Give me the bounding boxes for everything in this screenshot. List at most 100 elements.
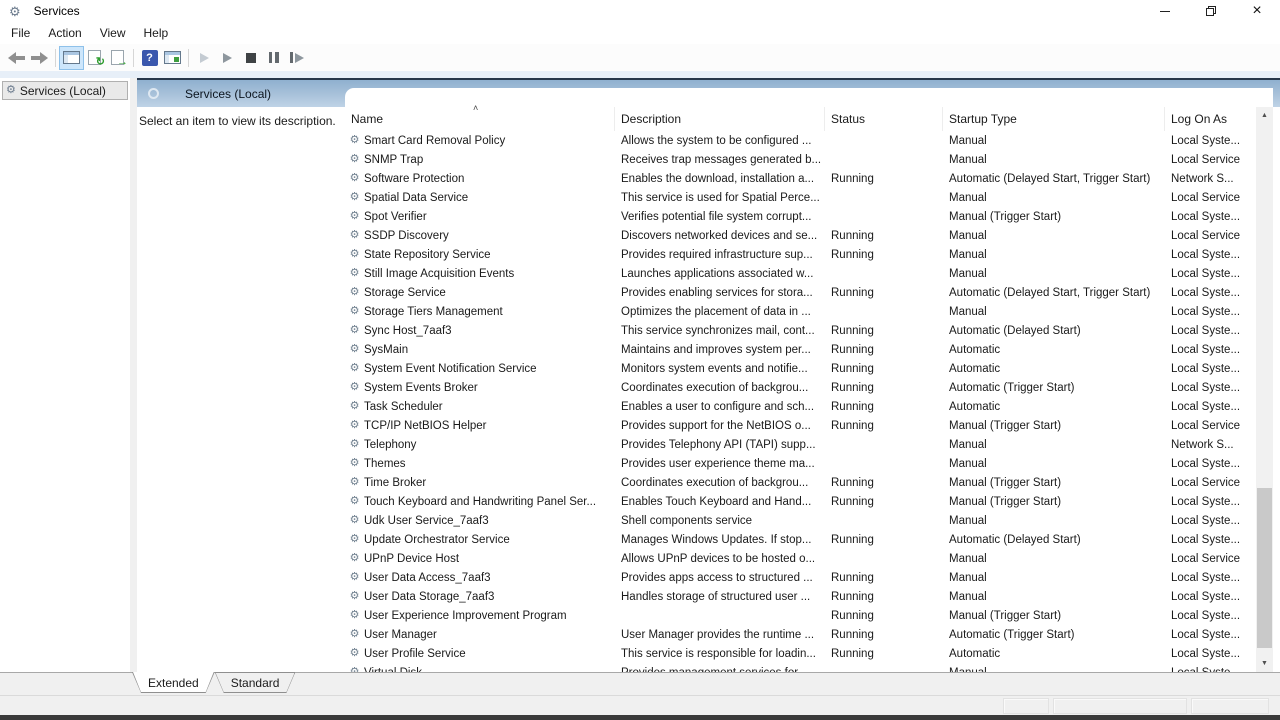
tab-standard[interactable]: Standard bbox=[215, 672, 296, 693]
restore-button[interactable] bbox=[1188, 0, 1234, 22]
refresh-button[interactable]: ↻ bbox=[83, 47, 106, 69]
service-row[interactable]: ⚙ Storage Tiers Management Optimizes the… bbox=[345, 302, 1256, 321]
service-row[interactable]: ⚙ Update Orchestrator Service Manages Wi… bbox=[345, 530, 1256, 549]
service-description: Monitors system events and notifie... bbox=[615, 359, 825, 378]
forward-arrow-icon bbox=[31, 52, 48, 64]
service-status bbox=[825, 511, 943, 530]
column-header-status[interactable]: Status bbox=[825, 107, 943, 131]
menu-action[interactable]: Action bbox=[39, 22, 90, 44]
console-tree-panel: ⚙ Services (Local) bbox=[0, 78, 130, 672]
service-row[interactable]: ⚙ Time Broker Coordinates execution of b… bbox=[345, 473, 1256, 492]
service-row[interactable]: ⚙ Storage Service Provides enabling serv… bbox=[345, 283, 1256, 302]
service-name: Touch Keyboard and Handwriting Panel Ser… bbox=[364, 496, 596, 508]
service-row[interactable]: ⚙ Still Image Acquisition Events Launche… bbox=[345, 264, 1256, 283]
minimize-icon bbox=[1160, 11, 1170, 12]
service-gear-icon: ⚙ bbox=[348, 401, 361, 412]
service-name: SysMain bbox=[364, 344, 408, 356]
service-row[interactable]: ⚙ SysMain Maintains and improves system … bbox=[345, 340, 1256, 359]
service-description: Allows the system to be configured ... bbox=[615, 131, 825, 150]
service-row[interactable]: ⚙ User Profile Service This service is r… bbox=[345, 644, 1256, 663]
service-row[interactable]: ⚙ TCP/IP NetBIOS Helper Provides support… bbox=[345, 416, 1256, 435]
service-row[interactable]: ⚙ Task Scheduler Enables a user to confi… bbox=[345, 397, 1256, 416]
service-row[interactable]: ⚙ User Manager User Manager provides the… bbox=[345, 625, 1256, 644]
service-row[interactable]: ⚙ System Event Notification Service Moni… bbox=[345, 359, 1256, 378]
service-name-cell: ⚙ Storage Service bbox=[345, 283, 615, 302]
service-row[interactable]: ⚙ System Events Broker Coordinates execu… bbox=[345, 378, 1256, 397]
service-row[interactable]: ⚙ Software Protection Enables the downlo… bbox=[345, 169, 1256, 188]
service-row[interactable]: ⚙ State Repository Service Provides requ… bbox=[345, 245, 1256, 264]
column-header-startup-type[interactable]: Startup Type bbox=[943, 107, 1165, 131]
column-header-name[interactable]: Name ˄ bbox=[345, 107, 615, 131]
service-row[interactable]: ⚙ User Data Storage_7aaf3 Handles storag… bbox=[345, 587, 1256, 606]
scrollbar-thumb[interactable] bbox=[1257, 488, 1272, 648]
service-log-on-as: Local Syste... bbox=[1165, 340, 1256, 359]
service-name: Storage Service bbox=[364, 287, 446, 299]
service-name: Themes bbox=[364, 458, 406, 470]
service-row[interactable]: ⚙ User Data Access_7aaf3 Provides apps a… bbox=[345, 568, 1256, 587]
back-button[interactable] bbox=[5, 47, 28, 69]
export-list-button[interactable]: → bbox=[106, 47, 129, 69]
column-header-description[interactable]: Description bbox=[615, 107, 825, 131]
service-row[interactable]: ⚙ Themes Provides user experience theme … bbox=[345, 454, 1256, 473]
service-row[interactable]: ⚙ Sync Host_7aaf3 This service synchroni… bbox=[345, 321, 1256, 340]
tab-extended[interactable]: Extended bbox=[132, 672, 215, 693]
service-row[interactable]: ⚙ Spot Verifier Verifies potential file … bbox=[345, 207, 1256, 226]
column-header-log-on-as[interactable]: Log On As bbox=[1165, 107, 1256, 131]
menu-file[interactable]: File bbox=[2, 22, 39, 44]
service-row[interactable]: ⚙ SNMP Trap Receives trap messages gener… bbox=[345, 150, 1256, 169]
service-log-on-as: Network S... bbox=[1165, 169, 1256, 188]
tree-item-services-local[interactable]: ⚙ Services (Local) bbox=[2, 81, 128, 100]
service-row[interactable]: ⚙ UPnP Device Host Allows UPnP devices t… bbox=[345, 549, 1256, 568]
start-service-button[interactable] bbox=[193, 47, 216, 69]
menu-bar: File Action View Help bbox=[0, 22, 1280, 44]
play-service-button[interactable] bbox=[216, 47, 239, 69]
service-description: Receives trap messages generated b... bbox=[615, 150, 825, 169]
service-row[interactable]: ⚙ Telephony Provides Telephony API (TAPI… bbox=[345, 435, 1256, 454]
sort-ascending-icon: ˄ bbox=[473, 103, 478, 113]
service-row[interactable]: ⚙ Smart Card Removal Policy Allows the s… bbox=[345, 131, 1256, 150]
service-name: Storage Tiers Management bbox=[364, 306, 503, 318]
pause-service-button[interactable] bbox=[262, 47, 285, 69]
service-description: This service is responsible for loadin..… bbox=[615, 644, 825, 663]
service-status bbox=[825, 150, 943, 169]
service-name-cell: ⚙ SNMP Trap bbox=[345, 150, 615, 169]
service-startup-type: Automatic (Trigger Start) bbox=[943, 625, 1165, 644]
toolbar: ↻ → ? bbox=[0, 44, 1280, 71]
service-gear-icon: ⚙ bbox=[348, 553, 361, 564]
service-gear-icon: ⚙ bbox=[348, 420, 361, 431]
service-row[interactable]: ⚙ Virtual Disk Provides management servi… bbox=[345, 663, 1256, 672]
window-bottom-edge bbox=[0, 715, 1280, 720]
vertical-scrollbar[interactable]: ▲ ▼ bbox=[1256, 107, 1273, 672]
pane-splitter[interactable] bbox=[130, 78, 137, 672]
service-name: User Manager bbox=[364, 629, 437, 641]
service-gear-icon: ⚙ bbox=[348, 306, 361, 317]
forward-button[interactable] bbox=[28, 47, 51, 69]
service-name: TCP/IP NetBIOS Helper bbox=[364, 420, 487, 432]
menu-help[interactable]: Help bbox=[135, 22, 178, 44]
service-log-on-as: Local Syste... bbox=[1165, 606, 1256, 625]
restart-service-button[interactable] bbox=[285, 47, 308, 69]
scroll-up-button[interactable]: ▲ bbox=[1256, 107, 1273, 124]
service-description: Enables a user to configure and sch... bbox=[615, 397, 825, 416]
service-row[interactable]: ⚙ SSDP Discovery Discovers networked dev… bbox=[345, 226, 1256, 245]
minimize-button[interactable] bbox=[1142, 0, 1188, 22]
help-button[interactable]: ? bbox=[138, 47, 161, 69]
properties-button[interactable] bbox=[161, 47, 184, 69]
service-row[interactable]: ⚙ Touch Keyboard and Handwriting Panel S… bbox=[345, 492, 1256, 511]
service-name-cell: ⚙ Storage Tiers Management bbox=[345, 302, 615, 321]
stop-icon bbox=[246, 53, 256, 63]
stop-service-button[interactable] bbox=[239, 47, 262, 69]
service-row[interactable]: ⚙ Spatial Data Service This service is u… bbox=[345, 188, 1256, 207]
close-button[interactable]: × bbox=[1234, 0, 1280, 22]
service-startup-type: Manual bbox=[943, 131, 1165, 150]
service-row[interactable]: ⚙ Udk User Service_7aaf3 Shell component… bbox=[345, 511, 1256, 530]
show-hide-console-tree-button[interactable] bbox=[60, 47, 83, 69]
menu-view[interactable]: View bbox=[91, 22, 135, 44]
service-status bbox=[825, 264, 943, 283]
scroll-down-button[interactable]: ▼ bbox=[1256, 655, 1273, 672]
service-startup-type: Manual (Trigger Start) bbox=[943, 492, 1165, 511]
pause-icon bbox=[269, 52, 279, 63]
status-bar bbox=[0, 695, 1280, 715]
service-startup-type: Manual (Trigger Start) bbox=[943, 207, 1165, 226]
service-row[interactable]: ⚙ User Experience Improvement Program Ru… bbox=[345, 606, 1256, 625]
